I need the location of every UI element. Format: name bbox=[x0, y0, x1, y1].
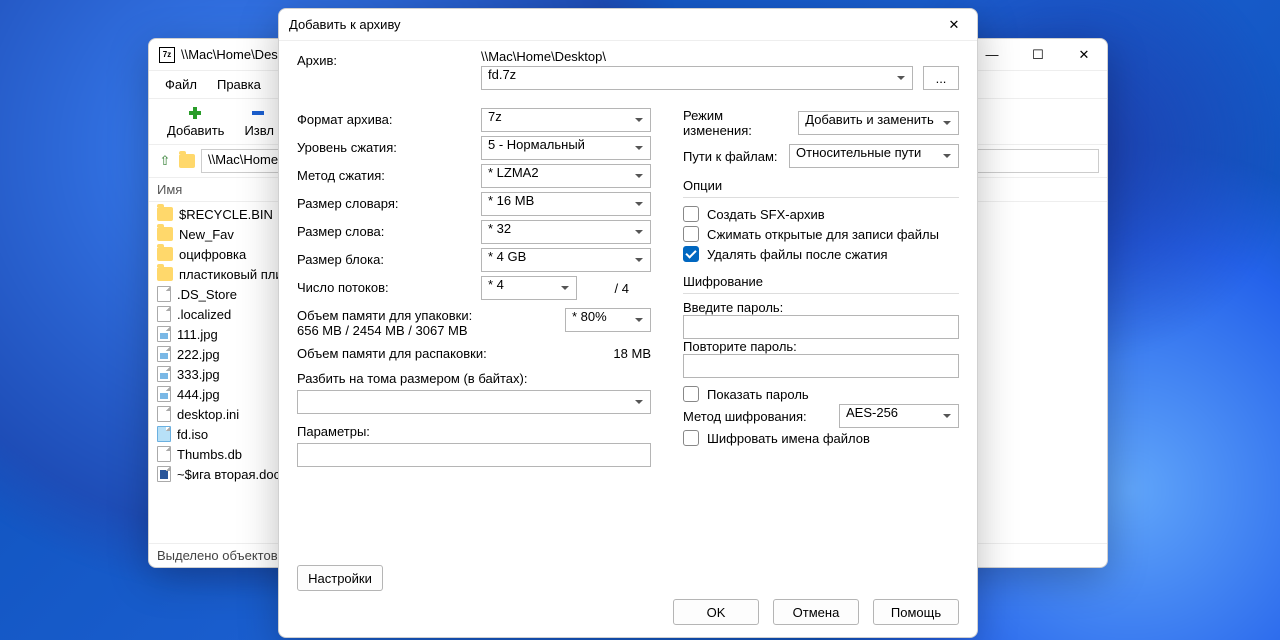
folder-icon bbox=[157, 247, 173, 261]
folder-icon bbox=[157, 227, 173, 241]
add-button[interactable]: Добавить bbox=[157, 103, 234, 140]
split-select[interactable] bbox=[297, 390, 651, 414]
help-button[interactable]: Помощь bbox=[873, 599, 959, 625]
method-label: Метод сжатия: bbox=[297, 164, 469, 188]
dialog-close-button[interactable]: ✕ bbox=[931, 9, 977, 41]
up-icon[interactable]: ⇧ bbox=[157, 153, 173, 169]
word-label: Размер слова: bbox=[297, 220, 469, 244]
ok-button[interactable]: OK bbox=[673, 599, 759, 625]
level-select[interactable]: 5 - Нормальный bbox=[481, 136, 651, 160]
item-name: .DS_Store bbox=[177, 287, 237, 302]
options-group: Опции bbox=[683, 178, 959, 193]
threads-select[interactable]: * 4 bbox=[481, 276, 577, 300]
item-name: пластиковый пли bbox=[179, 267, 283, 282]
item-name: 222.jpg bbox=[177, 347, 220, 362]
mem-pack-label: Объем памяти для упаковки: bbox=[297, 308, 472, 323]
file-icon bbox=[157, 426, 171, 442]
settings-button[interactable]: Настройки bbox=[297, 565, 383, 591]
dict-select[interactable]: * 16 MB bbox=[481, 192, 651, 216]
cancel-button[interactable]: Отмена bbox=[773, 599, 859, 625]
threads-label: Число потоков: bbox=[297, 276, 469, 300]
delete-after-checkbox[interactable]: Удалять файлы после сжатия bbox=[683, 244, 959, 264]
password-repeat-label: Повторите пароль: bbox=[683, 339, 797, 354]
file-icon bbox=[157, 366, 171, 382]
file-icon bbox=[157, 466, 171, 482]
block-select[interactable]: * 4 GB bbox=[481, 248, 651, 272]
show-password-checkbox[interactable]: Показать пароль bbox=[683, 384, 959, 404]
archive-name-input[interactable]: fd.7z bbox=[481, 66, 913, 90]
browse-button[interactable]: ... bbox=[923, 66, 959, 90]
mem-unpack-value: 18 MB bbox=[613, 346, 651, 361]
item-name: $RECYCLE.BIN bbox=[179, 207, 273, 222]
add-to-archive-dialog: Добавить к архиву ✕ Архив: \\Mac\Home\De… bbox=[278, 8, 978, 638]
minus-icon bbox=[247, 105, 271, 121]
maximize-button[interactable]: ☐ bbox=[1015, 39, 1061, 71]
file-icon bbox=[157, 406, 171, 422]
file-icon bbox=[157, 306, 171, 322]
encryption-group: Шифрование bbox=[683, 274, 959, 289]
file-icon bbox=[157, 326, 171, 342]
close-button[interactable]: ✕ bbox=[1061, 39, 1107, 71]
path-mode-select[interactable]: Относительные пути bbox=[789, 144, 959, 168]
file-icon bbox=[157, 386, 171, 402]
menu-edit[interactable]: Правка bbox=[209, 75, 269, 94]
app-icon: 7z bbox=[159, 47, 175, 63]
mem-unpack-label: Объем памяти для распаковки: bbox=[297, 346, 487, 361]
title: \\Mac\Home\Des bbox=[181, 47, 278, 62]
params-input[interactable] bbox=[297, 443, 651, 467]
password-repeat-input[interactable] bbox=[683, 354, 959, 378]
level-label: Уровень сжатия: bbox=[297, 136, 469, 160]
dialog-title: Добавить к архиву bbox=[289, 17, 401, 32]
file-icon bbox=[157, 446, 171, 462]
item-name: 111.jpg bbox=[177, 327, 218, 342]
menu-file[interactable]: Файл bbox=[157, 75, 205, 94]
encryption-method-select[interactable]: AES-256 bbox=[839, 404, 959, 428]
update-mode-select[interactable]: Добавить и заменить bbox=[798, 111, 959, 135]
password-input[interactable] bbox=[683, 315, 959, 339]
item-name: оцифровка bbox=[179, 247, 246, 262]
folder-icon bbox=[157, 267, 173, 281]
mem-pack-value: 656 MB / 2454 MB / 3067 MB bbox=[297, 323, 472, 338]
archive-label: Архив: bbox=[297, 49, 469, 90]
file-icon bbox=[157, 346, 171, 362]
compress-open-checkbox[interactable]: Сжимать открытые для записи файлы bbox=[683, 224, 959, 244]
folder-icon bbox=[157, 207, 173, 221]
threads-max: / 4 bbox=[585, 281, 629, 296]
sfx-checkbox[interactable]: Создать SFX-архив bbox=[683, 204, 959, 224]
encryption-method-label: Метод шифрования: bbox=[683, 409, 807, 424]
format-select[interactable]: 7z bbox=[481, 108, 651, 132]
folder-icon bbox=[179, 154, 195, 168]
item-name: desktop.ini bbox=[177, 407, 239, 422]
word-select[interactable]: * 32 bbox=[481, 220, 651, 244]
format-label: Формат архива: bbox=[297, 108, 469, 132]
split-label: Разбить на тома размером (в байтах): bbox=[297, 371, 651, 386]
item-name: .localized bbox=[177, 307, 231, 322]
password-label: Введите пароль: bbox=[683, 300, 783, 315]
dict-label: Размер словаря: bbox=[297, 192, 469, 216]
block-label: Размер блока: bbox=[297, 248, 469, 272]
archive-path: \\Mac\Home\Desktop\ bbox=[481, 49, 959, 64]
extract-button[interactable]: Извл bbox=[234, 103, 284, 140]
item-name: 444.jpg bbox=[177, 387, 220, 402]
item-name: fd.iso bbox=[177, 427, 208, 442]
update-mode-label: Режим изменения: bbox=[683, 108, 788, 138]
path-mode-label: Пути к файлам: bbox=[683, 149, 778, 164]
plus-icon bbox=[184, 105, 208, 121]
item-name: 333.jpg bbox=[177, 367, 220, 382]
item-name: ~$ига вторая.doc bbox=[177, 467, 280, 482]
encrypt-names-checkbox[interactable]: Шифровать имена файлов bbox=[683, 428, 959, 448]
params-label: Параметры: bbox=[297, 424, 651, 439]
item-name: Thumbs.db bbox=[177, 447, 242, 462]
method-select[interactable]: * LZMA2 bbox=[481, 164, 651, 188]
item-name: New_Fav bbox=[179, 227, 234, 242]
mem-pct-select[interactable]: * 80% bbox=[565, 308, 651, 332]
dialog-titlebar[interactable]: Добавить к архиву ✕ bbox=[279, 9, 977, 41]
file-icon bbox=[157, 286, 171, 302]
